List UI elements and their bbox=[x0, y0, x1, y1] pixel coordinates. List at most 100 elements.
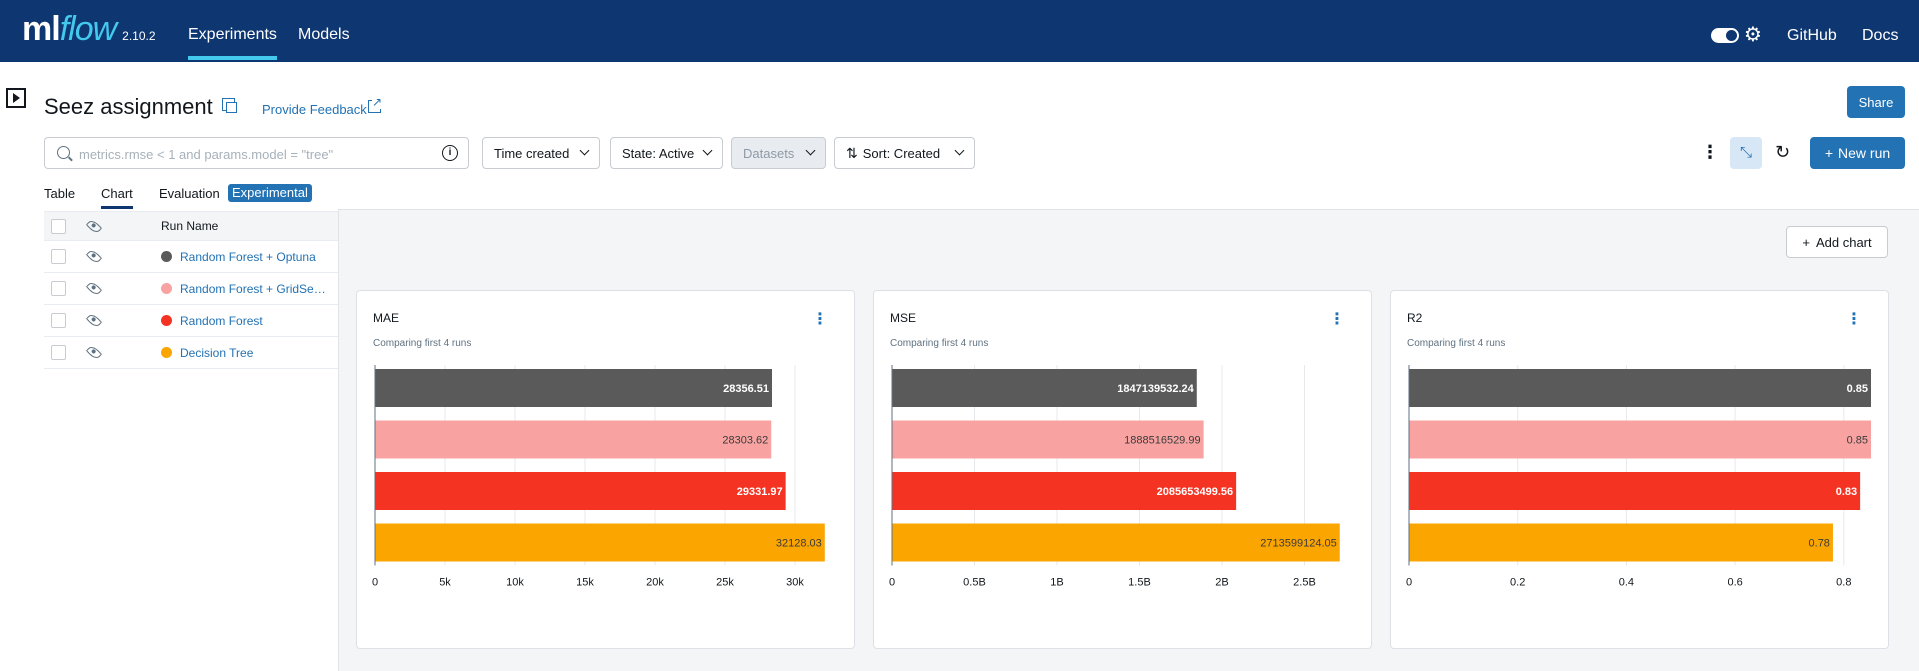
bar-value-label: 28356.51 bbox=[723, 383, 769, 395]
x-tick-label: 2.5B bbox=[1293, 577, 1316, 589]
bar bbox=[1409, 369, 1871, 407]
table-row[interactable]: Random Forest bbox=[44, 305, 338, 337]
x-tick-label: 0.6 bbox=[1727, 577, 1742, 589]
x-tick-label: 5k bbox=[439, 577, 451, 589]
share-button[interactable]: Share bbox=[1847, 86, 1905, 118]
x-tick-label: 0 bbox=[889, 577, 895, 589]
x-tick-label: 0.5B bbox=[963, 577, 986, 589]
bar bbox=[375, 369, 772, 407]
x-tick-label: 25k bbox=[716, 577, 734, 589]
bar bbox=[1409, 420, 1871, 459]
x-tick-label: 0.2 bbox=[1510, 577, 1525, 589]
github-link[interactable]: GitHub bbox=[1787, 27, 1837, 45]
state-dropdown[interactable]: State: Active bbox=[610, 137, 723, 169]
run-name-link[interactable]: Random Forest + Optuna bbox=[180, 250, 330, 264]
search-input[interactable] bbox=[79, 143, 419, 165]
runs-header-row: Run Name bbox=[44, 211, 338, 241]
tab-table[interactable]: Table bbox=[44, 186, 75, 201]
external-link-icon[interactable] bbox=[368, 95, 383, 113]
new-run-label: New run bbox=[1838, 145, 1891, 161]
select-all-checkbox[interactable] bbox=[51, 218, 66, 234]
nav-experiments[interactable]: Experiments bbox=[188, 26, 277, 60]
dark-mode-toggle[interactable] bbox=[1711, 28, 1739, 43]
mlflow-logo[interactable]: ml flow 2.10.2 bbox=[22, 10, 156, 50]
table-row[interactable]: Random Forest + GridSea... bbox=[44, 273, 338, 305]
run-color-dot[interactable] bbox=[161, 251, 172, 262]
run-name-link[interactable]: Random Forest bbox=[180, 314, 330, 328]
copy-icon[interactable] bbox=[222, 98, 237, 113]
bar-value-label: 0.83 bbox=[1836, 486, 1857, 498]
bar-value-label: 32128.03 bbox=[776, 538, 822, 550]
table-row[interactable]: Decision Tree bbox=[44, 337, 338, 369]
sidebar-toggle-icon[interactable] bbox=[6, 88, 26, 108]
eye-icon[interactable] bbox=[85, 312, 103, 329]
x-tick-label: 30k bbox=[786, 577, 804, 589]
tab-evaluation[interactable]: Evaluation bbox=[159, 186, 220, 201]
run-name-header: Run Name bbox=[161, 219, 219, 233]
page-title: Seez assignment bbox=[44, 94, 213, 119]
table-row[interactable]: Random Forest + Optuna bbox=[44, 241, 338, 273]
row-checkbox[interactable] bbox=[51, 249, 66, 264]
bar bbox=[1409, 523, 1833, 562]
panel-divider[interactable] bbox=[338, 209, 339, 671]
x-tick-label: 1.5B bbox=[1128, 577, 1151, 589]
eye-icon[interactable] bbox=[85, 344, 103, 361]
tab-chart[interactable]: Chart bbox=[101, 186, 133, 209]
chevron-down-icon bbox=[579, 145, 590, 156]
chart-card-mae: MAE Comparing first 4 runs ⋮ 0 5k 10k 15k 20… bbox=[356, 290, 855, 649]
plus-icon: + bbox=[1802, 234, 1810, 250]
x-tick-label: 0 bbox=[372, 577, 378, 589]
x-tick-label: 15k bbox=[576, 577, 594, 589]
time-created-dropdown[interactable]: Time created bbox=[482, 137, 600, 169]
provide-feedback-link[interactable]: Provide Feedback bbox=[262, 102, 367, 117]
row-checkbox[interactable] bbox=[51, 281, 66, 296]
eye-icon[interactable] bbox=[85, 217, 103, 235]
bar bbox=[375, 420, 772, 459]
refresh-icon[interactable]: ↻ bbox=[1775, 142, 1790, 163]
run-color-dot[interactable] bbox=[161, 347, 172, 358]
sort-icon: ⇅ bbox=[846, 144, 858, 161]
bar-chart-r2: 0 0.2 0.4 0.6 0.8 0.85 0.85 0.83 0.78 bbox=[1406, 365, 1871, 589]
bar-value-label: 2085653499.56 bbox=[1157, 486, 1233, 498]
more-options-icon[interactable]: ⋮ bbox=[1701, 142, 1719, 162]
search-box[interactable]: i bbox=[44, 137, 469, 169]
run-name-link[interactable]: Decision Tree bbox=[180, 346, 330, 360]
bar-chart-mse: 0 0.5B 1B 1.5B 2B 2.5B 1847139532.24 1888516529… bbox=[889, 365, 1340, 589]
run-color-dot[interactable] bbox=[161, 283, 172, 294]
chart-card-mse: MSE Comparing first 4 runs ⋮ 0 0.5B 1B 1.5B… bbox=[873, 290, 1372, 649]
sort-label: Sort: Created bbox=[862, 145, 941, 161]
nav-models[interactable]: Models bbox=[298, 26, 350, 44]
bar bbox=[375, 523, 825, 562]
top-navbar: ml flow 2.10.2 Experiments Models ⚙ GitH… bbox=[0, 0, 1919, 62]
add-chart-button[interactable]: + Add chart bbox=[1786, 226, 1888, 258]
eye-icon[interactable] bbox=[85, 248, 103, 265]
logo-flow-text: flow bbox=[59, 10, 117, 48]
time-created-label: Time created bbox=[494, 145, 570, 161]
datasets-label: Datasets bbox=[743, 145, 795, 161]
bar-value-label: 2713599124.05 bbox=[1260, 538, 1336, 550]
state-label: State: Active bbox=[622, 145, 695, 161]
run-color-dot[interactable] bbox=[161, 315, 172, 326]
logo-ml-text: ml bbox=[22, 10, 61, 48]
chevron-down-icon bbox=[702, 145, 713, 156]
gear-icon[interactable]: ⚙ bbox=[1744, 22, 1762, 47]
x-tick-label: 0.8 bbox=[1836, 577, 1851, 589]
row-checkbox[interactable] bbox=[51, 345, 66, 360]
eye-icon[interactable] bbox=[85, 280, 103, 297]
row-checkbox[interactable] bbox=[51, 313, 66, 328]
bar-value-label: 1847139532.24 bbox=[1117, 383, 1194, 395]
runs-table: Run Name Random Forest + Optuna Random F… bbox=[44, 211, 338, 369]
plus-icon: + bbox=[1824, 145, 1834, 161]
sort-dropdown[interactable]: ⇅ Sort: Created bbox=[834, 137, 975, 169]
x-tick-label: 10k bbox=[506, 577, 524, 589]
new-run-button[interactable]: + New run bbox=[1810, 137, 1905, 169]
docs-link[interactable]: Docs bbox=[1862, 27, 1898, 45]
run-name-link[interactable]: Random Forest + GridSea... bbox=[180, 282, 330, 296]
compact-view-icon[interactable]: ⤡ bbox=[1730, 137, 1762, 169]
x-tick-label: 0 bbox=[1406, 577, 1412, 589]
info-icon[interactable]: i bbox=[442, 145, 458, 161]
add-chart-label: Add chart bbox=[1815, 234, 1872, 250]
datasets-dropdown[interactable]: Datasets bbox=[731, 137, 826, 169]
bar bbox=[1409, 472, 1861, 510]
version-label: 2.10.2 bbox=[122, 29, 156, 43]
